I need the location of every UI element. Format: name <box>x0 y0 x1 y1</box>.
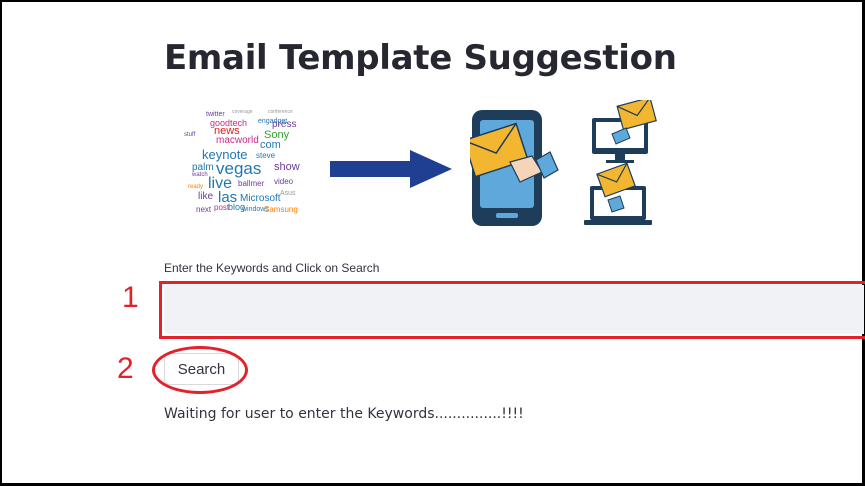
word-cloud-word: Asus <box>280 190 296 197</box>
word-cloud-word: watch <box>192 172 208 178</box>
email-devices-illustration <box>470 100 657 226</box>
word-cloud-word: like <box>198 191 214 202</box>
word-cloud-word: next <box>196 205 212 214</box>
word-cloud-word: post <box>214 203 230 212</box>
keywords-input[interactable] <box>164 285 864 334</box>
envelope-icon <box>616 100 657 131</box>
page-title: Email Template Suggestion <box>164 38 677 78</box>
search-button[interactable]: Search <box>164 353 239 385</box>
word-cloud-word: video <box>274 177 294 186</box>
keywords-label: Enter the Keywords and Click on Search <box>164 261 380 275</box>
word-cloud-word: show <box>274 161 300 173</box>
word-cloud-word: conference <box>268 109 293 115</box>
word-cloud-word: com <box>260 139 281 151</box>
word-cloud-word: stuff <box>184 132 196 138</box>
word-cloud-word: blog <box>228 202 246 212</box>
right-arrow-icon <box>330 150 452 188</box>
word-cloud-word: macworld <box>216 135 259 146</box>
word-cloud-word: Microsoft <box>240 193 281 204</box>
word-cloud-word: ready <box>188 184 204 190</box>
word-cloud-word: ballmer <box>238 179 265 188</box>
word-cloud-word: coverage <box>232 109 253 115</box>
callout-number-1: 1 <box>122 281 139 314</box>
word-cloud-word: Samsung <box>264 205 298 214</box>
word-cloud-word: twitter <box>206 111 225 118</box>
status-message: Waiting for user to enter the Keywords..… <box>164 406 524 422</box>
callout-number-2: 2 <box>117 352 134 385</box>
keyword-word-cloud-image: twitter coverage conference goodtech engadge… <box>180 108 310 218</box>
